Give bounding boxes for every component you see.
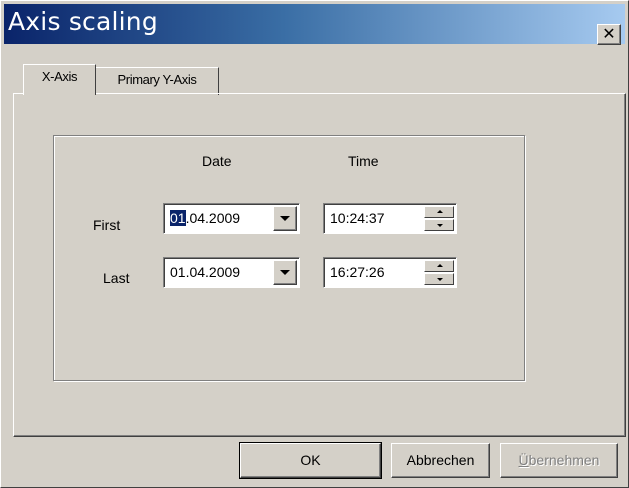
close-button[interactable]: ✕ xyxy=(597,24,621,45)
last-time-spin-down[interactable] xyxy=(424,273,454,285)
apply-button-label: bernehmen xyxy=(528,452,600,468)
tab-primary-y-axis-label: Primary Y-Axis xyxy=(117,72,197,87)
tab-x-axis-label: X-Axis xyxy=(41,69,78,84)
spin-up-icon xyxy=(437,264,443,267)
first-time-spinner[interactable] xyxy=(424,206,454,231)
last-date-value[interactable]: 01.04.2009 xyxy=(170,264,240,280)
apply-button[interactable]: Übernehmen xyxy=(500,443,618,478)
last-time-spinner[interactable] xyxy=(424,260,454,285)
chevron-down-icon xyxy=(280,216,290,221)
close-icon: ✕ xyxy=(602,24,616,43)
time-column-header: Time xyxy=(348,153,379,169)
last-date-picker[interactable]: 01.04.2009 xyxy=(163,257,300,288)
last-date-dropdown-button[interactable] xyxy=(273,260,297,285)
last-time-input[interactable]: 16:27:26 xyxy=(323,257,457,288)
tab-primary-y-axis[interactable]: Primary Y-Axis xyxy=(95,67,219,95)
first-date-picker[interactable]: 01.04.2009 xyxy=(163,203,300,234)
first-time-spin-up[interactable] xyxy=(424,206,454,218)
title-bar[interactable]: Axis scaling ✕ xyxy=(4,4,625,45)
first-time-input[interactable]: 10:24:37 xyxy=(323,203,457,234)
last-time-spin-up[interactable] xyxy=(424,260,454,272)
ok-button[interactable]: OK xyxy=(239,442,382,479)
window-title: Axis scaling xyxy=(8,7,158,36)
date-column-header: Date xyxy=(202,153,232,169)
spin-down-icon xyxy=(437,278,443,281)
first-date-rest: .04.2009 xyxy=(185,210,241,226)
spin-down-icon xyxy=(437,224,443,227)
first-time-spin-down[interactable] xyxy=(424,219,454,231)
first-time-value[interactable]: 10:24:37 xyxy=(330,210,385,226)
last-row-label: Last xyxy=(103,270,130,286)
chevron-down-icon xyxy=(280,270,290,275)
cancel-button[interactable]: Abbrechen xyxy=(391,443,490,478)
dialog-window: Axis scaling ✕ X-Axis Primary Y-Axis Dat… xyxy=(0,0,629,488)
spin-up-icon xyxy=(437,210,443,213)
tab-x-axis[interactable]: X-Axis xyxy=(23,64,96,95)
apply-button-accesskey: Ü xyxy=(518,452,529,468)
first-date-dropdown-button[interactable] xyxy=(273,206,297,231)
first-date-selected-part: 01 xyxy=(170,210,186,226)
first-row-label: First xyxy=(93,217,121,233)
first-date-value[interactable]: 01.04.2009 xyxy=(170,210,240,226)
last-time-value[interactable]: 16:27:26 xyxy=(330,264,385,280)
